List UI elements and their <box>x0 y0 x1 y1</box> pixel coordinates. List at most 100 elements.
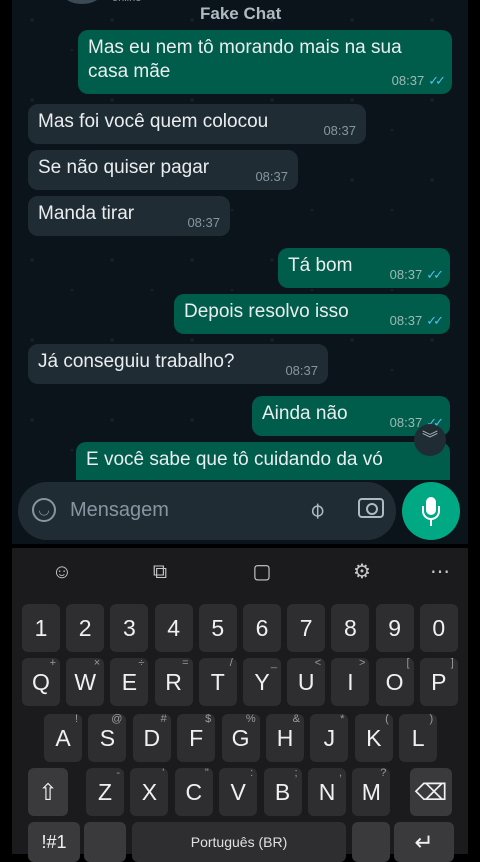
message-text: Depois resolvo isso <box>184 301 349 322</box>
key-label: B <box>274 779 291 805</box>
key-alt-symbol: ; <box>294 767 298 779</box>
key-u[interactable]: U < <box>287 657 326 706</box>
message-time: 08:37 <box>391 73 425 88</box>
chat-area[interactable]: online Fake Chat Mas eu nem tô morando m… <box>12 0 468 480</box>
period-key[interactable] <box>352 822 390 862</box>
key-x[interactable]: X ' <box>130 767 169 816</box>
key-j[interactable]: J * <box>310 713 349 762</box>
key-alt-symbol: $ <box>205 713 212 725</box>
key-h[interactable]: H & <box>266 713 304 762</box>
key-v[interactable]: V: <box>219 767 258 816</box>
message-bubble-out[interactable]: E você sabe que tô cuidando da vó <box>76 442 450 480</box>
chat-header[interactable]: online Fake Chat <box>12 0 468 26</box>
translate-icon[interactable]: ⧉ <box>146 558 174 586</box>
key-q[interactable]: Q + <box>22 657 60 706</box>
key-alt-symbol: & <box>292 713 300 725</box>
enter-key[interactable]: ↵ <box>394 822 454 862</box>
keyboard: ☺ ⧉ ▢ ⚙ ⋯ 1234567890 Q + W × E ÷ R = T / Y _ U < I > O[P… <box>12 548 468 862</box>
key-l[interactable]: L) <box>399 713 438 762</box>
key-label: P <box>431 669 447 695</box>
key-w[interactable]: W × <box>66 657 105 706</box>
key-g[interactable]: G% <box>221 713 260 762</box>
message-input[interactable]: ◡ Mensagem ⌀ <box>18 482 396 540</box>
avatar[interactable] <box>62 0 102 4</box>
message-bubble-out[interactable]: Tá bom 08:37 ✓✓ <box>278 248 450 288</box>
camera-icon[interactable] <box>358 498 384 518</box>
message-text: Tá bom <box>288 255 353 276</box>
key-label: J <box>323 725 336 751</box>
settings-icon[interactable]: ⚙ <box>348 558 376 586</box>
key-t[interactable]: T / <box>198 657 237 706</box>
key-0[interactable]: 0 <box>419 604 458 652</box>
key-m[interactable]: M? <box>352 767 391 816</box>
key-8[interactable]: 8 <box>331 604 370 652</box>
key-label: 8 <box>343 615 357 641</box>
message-bubble-in[interactable]: Se não quiser pagar 08:37 <box>28 150 298 190</box>
key-5[interactable]: 5 <box>198 604 237 652</box>
double-check-icon: ✓✓ <box>428 73 446 88</box>
key-b[interactable]: B; <box>263 767 302 816</box>
key-alt-symbol: / <box>229 657 233 669</box>
message-time: 08:37 <box>187 215 220 230</box>
emoji-icon[interactable]: ☺ <box>48 558 76 586</box>
clipboard-icon[interactable]: ▢ <box>248 558 276 586</box>
comma-key[interactable] <box>84 822 126 862</box>
key-label: W <box>74 669 97 695</box>
key-label: U <box>297 669 315 695</box>
key-alt-symbol: @ <box>111 713 123 725</box>
key-f[interactable]: F $ <box>177 713 216 762</box>
key-p[interactable]: P] <box>419 657 458 706</box>
letter-row-3: ⇧ ⌫ Z - X ' C " V: B; N, M? <box>12 767 468 816</box>
key-label: 2 <box>78 615 92 641</box>
key-y[interactable]: Y _ <box>243 657 281 706</box>
key-r[interactable]: R = <box>154 657 193 706</box>
key-a[interactable]: A! <box>44 713 82 762</box>
key-s[interactable]: S @ <box>88 713 127 762</box>
message-bubble-out[interactable]: Depois resolvo isso 08:37 ✓✓ <box>174 294 450 334</box>
key-label: Z <box>97 779 113 805</box>
key-label: S <box>99 725 116 751</box>
key-k[interactable]: K( <box>354 713 393 762</box>
key-alt-symbol: ( <box>385 713 389 725</box>
microphone-button[interactable] <box>402 482 460 540</box>
more-icon[interactable]: ⋯ <box>426 558 454 586</box>
chevron-double-down-icon[interactable]: ︾ <box>414 424 446 456</box>
key-c[interactable]: C " <box>174 767 213 816</box>
key-label: 1 <box>34 615 48 641</box>
key-alt-symbol: ? <box>380 767 387 779</box>
key-3[interactable]: 3 <box>110 604 149 652</box>
key-z[interactable]: Z- <box>86 767 124 816</box>
key-n[interactable]: N, <box>308 767 346 816</box>
space-bar[interactable]: Português (BR) <box>132 822 346 862</box>
contact-name[interactable]: Fake Chat <box>200 4 281 24</box>
key-label: K <box>366 725 382 751</box>
key-2[interactable]: 2 <box>66 604 105 652</box>
message-text: E você sabe que tô cuidando da vó <box>86 449 383 470</box>
shift-key[interactable]: ⇧ <box>28 768 68 816</box>
key-7[interactable]: 7 <box>287 604 326 652</box>
message-bubble-in[interactable]: Manda tirar 08:37 <box>28 196 230 236</box>
message-bubble-in[interactable]: Já conseguiu trabalho? 08:37 <box>28 344 328 384</box>
key-label: I <box>347 669 354 695</box>
backspace-key[interactable]: ⌫ <box>410 768 452 816</box>
symbols-key[interactable]: !#1 <box>28 822 80 862</box>
emoji-icon[interactable]: ◡ <box>32 498 56 522</box>
key-6[interactable]: 6 <box>243 604 281 652</box>
key-alt-symbol: # <box>160 713 167 725</box>
key-e[interactable]: E ÷ <box>110 657 149 706</box>
paperclip-icon[interactable]: ⌀ <box>303 496 331 524</box>
key-i[interactable]: I > <box>331 657 370 706</box>
key-label: T <box>210 669 225 695</box>
key-label: Q <box>32 669 50 695</box>
key-label: L <box>411 725 425 751</box>
message-time: 08:37 <box>255 169 288 184</box>
key-label: 7 <box>299 615 313 641</box>
message-bubble-in[interactable]: Mas foi você quem colocou 08:37 <box>28 104 366 144</box>
key-o[interactable]: O[ <box>375 657 414 706</box>
key-4[interactable]: 4 <box>154 604 193 652</box>
key-d[interactable]: D # <box>132 713 171 762</box>
key-9[interactable]: 9 <box>375 604 414 652</box>
message-text: Manda tirar <box>38 203 135 224</box>
key-1[interactable]: 1 <box>22 604 60 652</box>
message-bubble-out[interactable]: Mas eu nem tô morando mais na sua casa m… <box>78 30 452 94</box>
